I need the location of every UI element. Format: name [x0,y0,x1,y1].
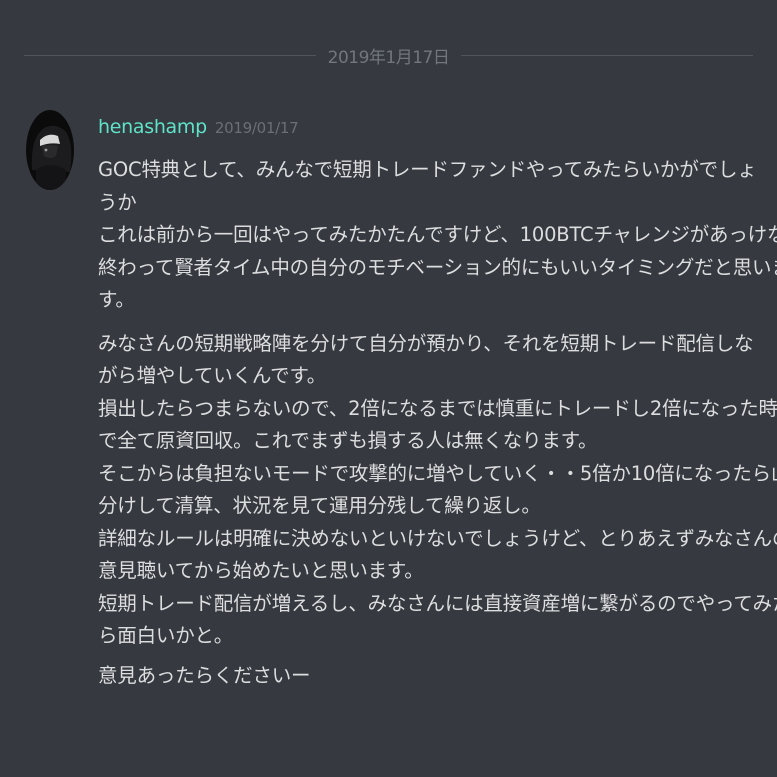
message-line: 短期トレード配信が増えるし、みなさんには直接資産増に繋がるのでやってみた [98,591,777,615]
message-line: GOC特典として、みんなで短期トレードファンドやってみたらいかがでしょ [98,158,757,181]
username[interactable]: henashamp [98,116,207,138]
message-line: で全て原資回収。これでまずも損する人は無くなります。 [98,429,598,452]
message-line: 意見聴いてから始めたいと思います。 [98,559,424,582]
message-line: うか [98,190,137,214]
message-timestamp: 2019/01/17 [214,119,299,137]
message-line: そこからは負担ないモードで攻撃的に増やしていく・・5倍か10倍になったら山 [98,461,777,485]
divider-line-left [24,54,316,56]
date-divider-label: 2019年1月17日 [327,47,450,68]
message-line: 詳細なルールは明確に決めないといけないでしょうけど、とりあえずみなさんの [98,526,777,550]
message-line: 意見あったらくださいー [98,663,311,687]
date-divider: 2019年1月17日 [24,42,753,68]
chat-view: 2019年1月17日 henashamp 2019/01/17 GOC特典として… [0,0,777,777]
message-header: henashamp 2019/01/17 [98,116,760,146]
message-paragraph: GOC特典として、みんなで短期トレードファンドやってみたらいかがでしょ うか こ… [98,154,777,317]
message-line: 分けして清算、状況を見て運用分残して繰り返し。 [98,494,541,517]
divider-line-right [461,54,753,56]
message: henashamp 2019/01/17 GOC特典として、みんなで短期トレード… [98,116,777,693]
message-line: す。 [98,288,135,311]
message-line: これは前から一回はやってみたかたんですけど、100BTCチャレンジがあっけなく [98,223,777,246]
message-line: 終わって賢者タイム中の自分のモチベーション的にもいいタイミングだと思いま [98,255,777,279]
message-line: 損出したらつまらないので、2倍になるまでは慎重にトレードし2倍になった時点 [98,396,777,420]
message-paragraph: 意見あったらくださいー [98,660,760,693]
user-avatar-icon [26,110,74,190]
message-line: がら増やしていくんです。 [98,364,327,387]
message-paragraph: みなさんの短期戦略陣を分けて自分が預かり、それを短期トレード配信しな がら増やし… [98,328,777,653]
message-line: みなさんの短期戦略陣を分けて自分が預かり、それを短期トレード配信しな [98,331,754,355]
message-line: ら面白いかと。 [98,624,234,647]
avatar[interactable] [26,110,74,190]
